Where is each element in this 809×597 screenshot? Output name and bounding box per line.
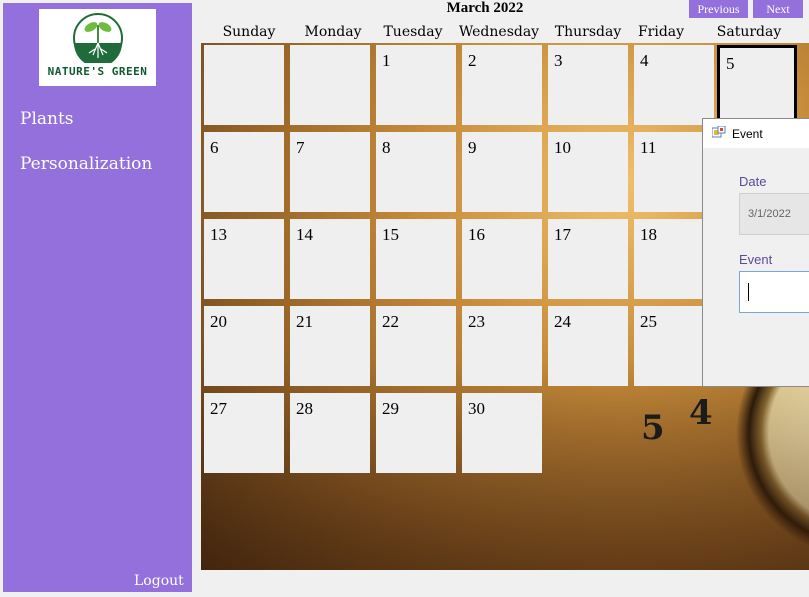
calendar-day-cell[interactable]: 14 [290, 219, 370, 299]
clock-dial-number: 5 [641, 408, 665, 448]
day-number: 8 [382, 138, 391, 157]
calendar-day-cell[interactable]: 24 [548, 306, 628, 386]
day-header: Monday [304, 24, 362, 40]
nav-personalization[interactable]: Personalization [20, 154, 152, 174]
event-label: Event [739, 252, 773, 267]
calendar-day-cell[interactable]: 23 [462, 306, 542, 386]
day-header: Wednesday [458, 24, 540, 40]
sidebar: NATURE'S GREEN Plants Personalization Lo… [3, 3, 192, 592]
day-number: 2 [468, 51, 477, 70]
next-button[interactable]: Next [753, 0, 803, 18]
day-number: 20 [210, 312, 227, 331]
day-number: 25 [640, 312, 657, 331]
calendar-day-cell[interactable]: 17 [548, 219, 628, 299]
day-number: 17 [554, 225, 571, 244]
calendar-day-cell[interactable]: 3 [548, 45, 628, 125]
day-number: 6 [210, 138, 219, 157]
calendar-day-cell[interactable]: 1 [376, 45, 456, 125]
day-number: 3 [554, 51, 563, 70]
day-number: 5 [726, 54, 735, 73]
calendar-empty-cell [290, 45, 370, 125]
day-number: 28 [296, 399, 313, 418]
calendar-day-cell[interactable]: 2 [462, 45, 542, 125]
day-header: Sunday [222, 24, 276, 40]
day-number: 1 [382, 51, 391, 70]
dialog-titlebar: Event [703, 119, 809, 148]
day-number: 13 [210, 225, 227, 244]
day-number: 7 [296, 138, 305, 157]
day-header: Friday [637, 24, 685, 40]
logout-link[interactable]: Logout [134, 573, 184, 589]
calendar-day-cell[interactable]: 29 [376, 393, 456, 473]
day-number: 30 [468, 399, 485, 418]
month-title: March 2022 [446, 0, 524, 16]
calendar-day-cell[interactable]: 7 [290, 132, 370, 212]
calendar-day-cell[interactable]: 9 [462, 132, 542, 212]
day-number: 9 [468, 138, 477, 157]
day-number: 24 [554, 312, 571, 331]
day-number: 14 [296, 225, 313, 244]
calendar-day-cell[interactable]: 10 [548, 132, 628, 212]
day-header: Saturday [716, 24, 782, 40]
calendar-day-cell[interactable]: 20 [204, 306, 284, 386]
day-header: Tuesday [383, 24, 443, 40]
day-number: 11 [640, 138, 657, 157]
plant-logo-icon [72, 13, 123, 63]
calendar-day-cell[interactable]: 22 [376, 306, 456, 386]
previous-button[interactable]: Previous [689, 0, 748, 18]
day-number: 15 [382, 225, 399, 244]
day-number: 10 [554, 138, 571, 157]
day-number: 23 [468, 312, 485, 331]
clock-dial-number: 4 [689, 393, 713, 433]
calendar-day-cell[interactable]: 15 [376, 219, 456, 299]
calendar-empty-cell [204, 45, 284, 125]
calendar-day-cell[interactable]: 16 [462, 219, 542, 299]
calendar-day-cell[interactable]: 21 [290, 306, 370, 386]
calendar-day-cell[interactable]: 13 [204, 219, 284, 299]
text-caret [748, 283, 749, 301]
day-number: 18 [640, 225, 657, 244]
calendar-day-cell[interactable]: 27 [204, 393, 284, 473]
day-number: 16 [468, 225, 485, 244]
logo-text: NATURE'S GREEN [47, 65, 148, 78]
event-input[interactable] [739, 271, 809, 313]
calendar-day-cell[interactable]: 28 [290, 393, 370, 473]
calendar-day-cell[interactable]: 4 [634, 45, 714, 125]
nav-plants[interactable]: Plants [20, 109, 74, 129]
day-number: 29 [382, 399, 399, 418]
calendar-day-cell[interactable]: 30 [462, 393, 542, 473]
app-window-icon [712, 126, 726, 138]
day-number: 21 [296, 312, 313, 331]
date-field[interactable]: 3/1/2022 [739, 193, 809, 235]
day-number: 22 [382, 312, 399, 331]
calendar-day-cell[interactable]: 8 [376, 132, 456, 212]
dialog-title: Event [732, 127, 763, 141]
event-dialog: Event Date 3/1/2022 Event [702, 118, 809, 387]
day-number: 27 [210, 399, 227, 418]
day-number: 4 [640, 51, 649, 70]
calendar-day-cell[interactable]: 6 [204, 132, 284, 212]
calendar-day-cell[interactable]: 5 [717, 45, 797, 125]
date-label: Date [739, 174, 767, 189]
logo: NATURE'S GREEN [39, 9, 156, 86]
